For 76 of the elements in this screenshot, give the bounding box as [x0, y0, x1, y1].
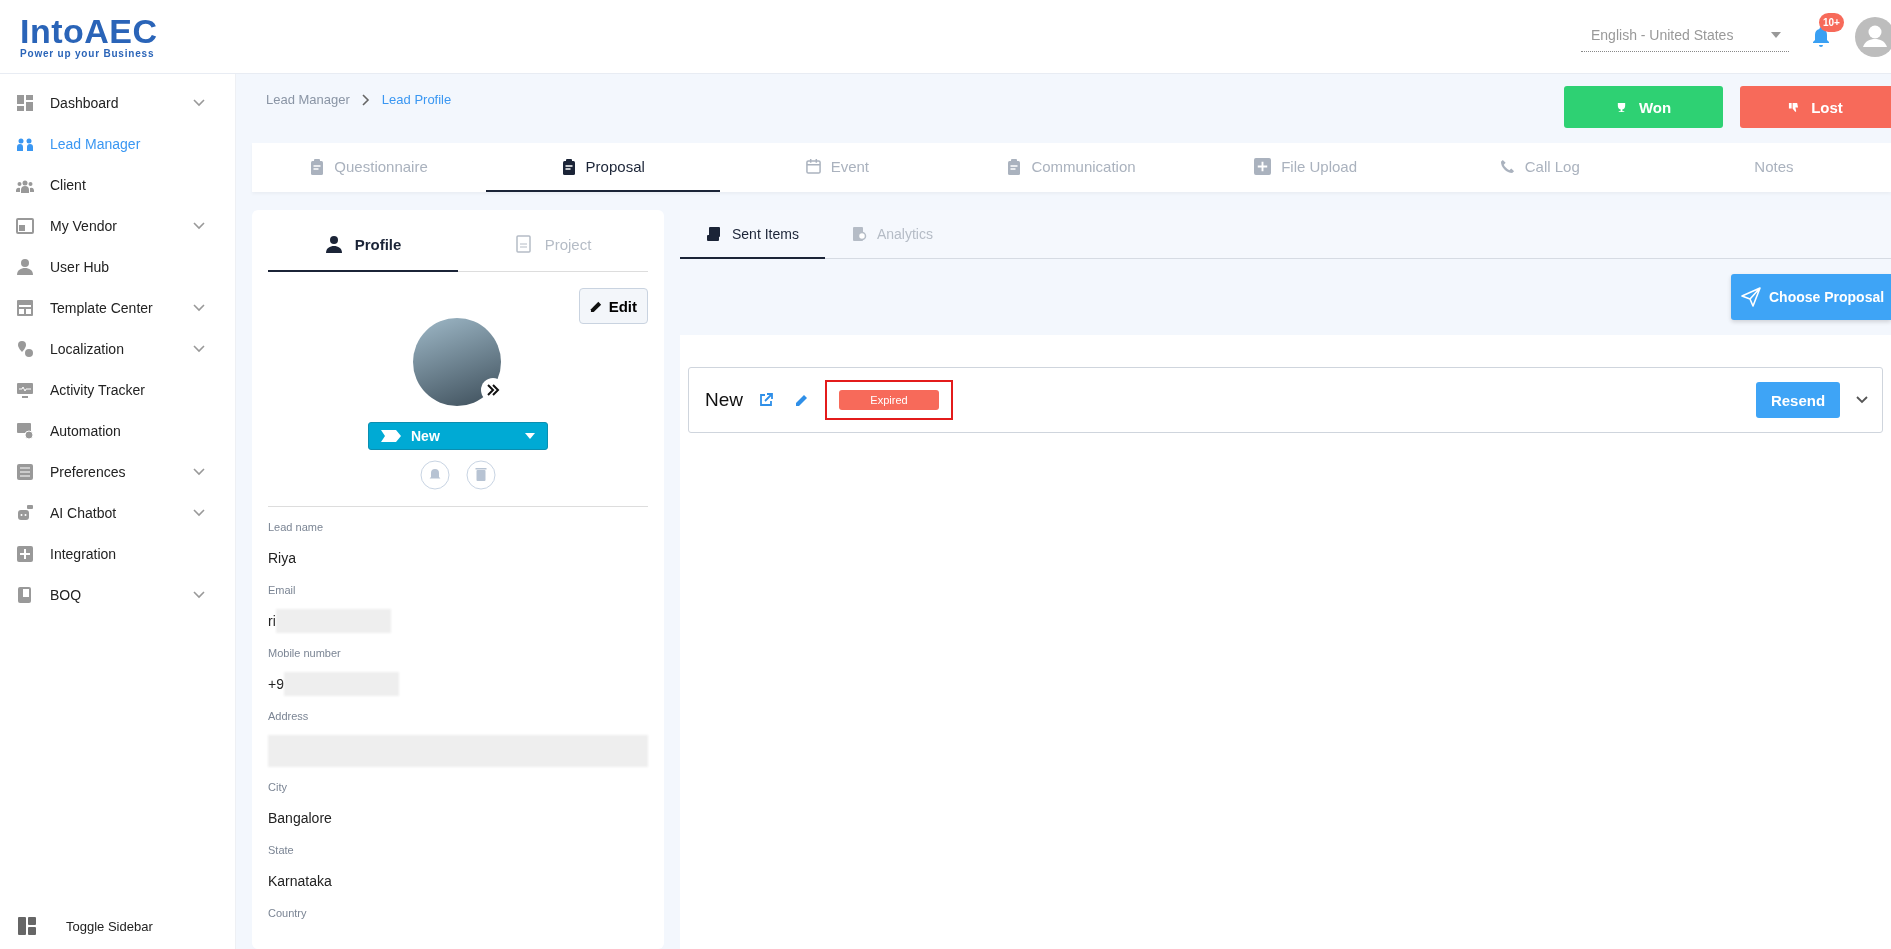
field-value: Riya — [268, 550, 296, 566]
plus-icon — [1254, 158, 1272, 175]
phone-icon — [1499, 159, 1515, 174]
plus-icon — [16, 544, 34, 563]
sidebar-item[interactable]: Integration — [0, 533, 235, 574]
sidebar-item[interactable]: AI Chatbot — [0, 492, 235, 533]
clipboard-icon — [1007, 158, 1022, 175]
monitor-icon — [16, 380, 34, 399]
sidebar-item[interactable]: Automation — [0, 410, 235, 451]
toggle-sidebar-button[interactable]: Toggle Sidebar — [0, 917, 235, 935]
external-link-icon[interactable] — [759, 393, 773, 407]
chevron-down-icon — [193, 303, 205, 312]
caret-icon — [1771, 32, 1781, 38]
sidebar-item[interactable]: User Hub — [0, 246, 235, 287]
map-pin-icon — [16, 339, 34, 358]
clipboard-icon — [561, 158, 576, 175]
sidebar-item[interactable]: Localization — [0, 328, 235, 369]
window-icon — [16, 216, 34, 235]
robot-icon — [16, 503, 34, 522]
logo-tagline: Power up your Business — [20, 48, 156, 59]
clipboard-icon — [310, 158, 325, 175]
layout-icon — [16, 298, 34, 317]
sidebar-item[interactable]: Template Center — [0, 287, 235, 328]
sidebar-item[interactable]: Dashboard — [0, 82, 235, 123]
trash-icon[interactable] — [466, 460, 496, 490]
document-icon — [514, 235, 533, 253]
profile-tab[interactable]: Profile — [268, 218, 458, 272]
field-value: Karnataka — [268, 873, 332, 889]
book-icon — [16, 585, 34, 604]
chevron-down-icon[interactable] — [1856, 396, 1868, 404]
field-label: Email — [268, 584, 297, 596]
avatar-icon[interactable] — [1855, 16, 1891, 57]
field-value: +9 — [268, 676, 284, 692]
chevron-down-icon — [193, 344, 205, 353]
stack-icon — [706, 225, 722, 242]
bell-icon[interactable] — [1811, 25, 1831, 48]
person-icon — [324, 235, 343, 253]
sidebar-item[interactable]: Activity Tracker — [0, 369, 235, 410]
person-icon — [16, 257, 34, 276]
tag-icon — [381, 430, 401, 442]
field-label: Country — [268, 907, 308, 919]
caret-icon — [525, 433, 535, 439]
sidebar-item[interactable]: Preferences — [0, 451, 235, 492]
field-label: City — [268, 781, 288, 793]
notification-badge: 10+ — [1819, 12, 1844, 32]
field-label: Lead name — [268, 521, 325, 533]
field-value: ri — [268, 613, 276, 629]
field-value: Bangalore — [268, 810, 332, 826]
chevron-right-icon — [361, 93, 370, 106]
chevron-down-icon — [193, 508, 205, 517]
field-label: State — [268, 844, 295, 856]
chevron-down-icon — [193, 98, 205, 107]
sidebar-item[interactable]: BOQ — [0, 574, 235, 615]
pencil-icon — [589, 299, 603, 313]
sidebar-item[interactable]: My Vendor — [0, 205, 235, 246]
status-badge: Expired — [839, 390, 939, 410]
snooze-bell-icon[interactable] — [420, 460, 450, 490]
chevron-down-icon — [193, 590, 205, 599]
document-search-icon — [850, 225, 867, 242]
proposal-name: New — [705, 389, 743, 411]
calendar-icon — [805, 159, 821, 174]
thumbs-down-icon — [1788, 101, 1800, 113]
tab[interactable]: Proposal — [486, 143, 721, 192]
chevron-down-icon — [193, 221, 205, 230]
sliders-icon — [16, 462, 34, 481]
edit-button[interactable]: Edit — [578, 288, 648, 324]
field-label: Address — [268, 710, 310, 722]
logo-name: IntoAEC — [20, 14, 158, 48]
send-icon — [1741, 287, 1761, 307]
pencil-icon[interactable] — [795, 393, 809, 407]
chevron-down-icon — [193, 467, 205, 476]
dashboard-grid-icon — [16, 93, 34, 112]
field-label: Mobile number — [268, 647, 342, 659]
layout-icon — [18, 917, 36, 935]
trophy-icon — [1615, 101, 1627, 113]
sidebar-item[interactable]: Client — [0, 164, 235, 205]
